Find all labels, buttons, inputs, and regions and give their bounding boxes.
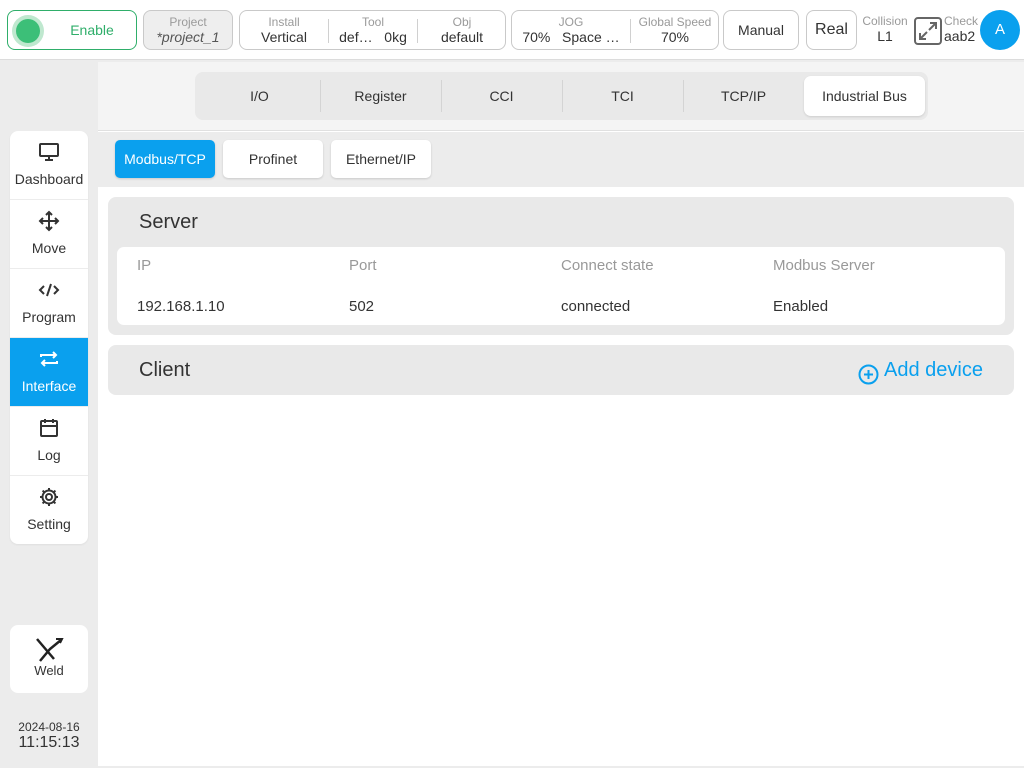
server-port-value: 502 bbox=[349, 298, 375, 315]
jog-field[interactable]: JOG 70% Space … bbox=[512, 11, 630, 46]
tab-industrial-bus[interactable]: Industrial Bus bbox=[804, 76, 925, 116]
sidebar-item-label: Move bbox=[31, 240, 67, 256]
protocol-subtabs: Modbus/TCP Profinet Ethernet/IP bbox=[98, 132, 1024, 187]
enable-label: Enable bbox=[70, 22, 114, 38]
sidebar-item-label: Program bbox=[22, 309, 76, 325]
plus-circle-icon bbox=[858, 364, 879, 385]
add-device-label: Add device bbox=[884, 359, 983, 381]
sidebar-item-move[interactable]: Move bbox=[10, 200, 88, 269]
jog-label: JOG bbox=[558, 15, 584, 29]
collision-value: L1 bbox=[877, 28, 893, 44]
check-value: aab2 bbox=[944, 28, 976, 44]
project-value: *project_1 bbox=[156, 29, 220, 45]
install-field[interactable]: Install Vertical bbox=[240, 11, 328, 46]
interface-tabs: I/O Register CCI TCI TCP/IP Industrial B… bbox=[195, 72, 928, 120]
enable-button[interactable]: Enable bbox=[7, 10, 137, 50]
main-panel: I/O Register CCI TCI TCP/IP Industrial B… bbox=[98, 62, 1024, 766]
subtab-profinet[interactable]: Profinet bbox=[223, 140, 323, 178]
tab-tcp-ip[interactable]: TCP/IP bbox=[683, 76, 804, 116]
jog-percent-value: 70% bbox=[522, 29, 551, 45]
jog-mode-value: Space … bbox=[562, 29, 620, 45]
jog-speed-panel[interactable]: JOG 70% Space … Global Speed 70% bbox=[511, 10, 719, 50]
global-speed-field[interactable]: Global Speed 70% bbox=[631, 11, 719, 46]
sidebar-item-label: Log bbox=[37, 447, 61, 463]
current-date: 2024-08-16 bbox=[18, 720, 80, 734]
global-speed-value: 70% bbox=[660, 29, 690, 45]
enable-status-dot bbox=[16, 19, 40, 43]
expand-icon[interactable] bbox=[913, 16, 943, 46]
tool-load-value: 0kg bbox=[384, 29, 407, 45]
real-mode-button[interactable]: Real bbox=[806, 10, 857, 50]
manual-mode-button[interactable]: Manual bbox=[723, 10, 799, 50]
code-icon bbox=[38, 283, 60, 297]
gear-icon bbox=[40, 488, 58, 506]
sidebar-item-program[interactable]: Program bbox=[10, 269, 88, 338]
sidebar-item-label: Interface bbox=[21, 378, 77, 394]
tab-register[interactable]: Register bbox=[320, 76, 441, 116]
current-time: 11:15:13 bbox=[18, 734, 80, 751]
obj-label: Obj bbox=[452, 15, 472, 29]
tool-label: Tool bbox=[361, 15, 384, 29]
install-value: Vertical bbox=[261, 29, 307, 45]
column-header-modbus-server: Modbus Server bbox=[773, 257, 875, 274]
server-table: IP Port Connect state Modbus Server 192.… bbox=[117, 247, 1005, 325]
sidebar-item-interface[interactable]: Interface bbox=[10, 338, 88, 407]
global-speed-label: Global Speed bbox=[638, 15, 712, 29]
obj-value: default bbox=[440, 29, 484, 45]
weld-torch-icon bbox=[36, 638, 64, 662]
install-tool-obj-panel[interactable]: Install Vertical Tool def… 0kg Obj defau… bbox=[239, 10, 506, 50]
server-card: Server IP Port Connect state Modbus Serv… bbox=[108, 197, 1014, 335]
collision-level[interactable]: Collision L1 bbox=[860, 14, 910, 45]
column-header-ip: IP bbox=[137, 257, 152, 274]
server-connect-state-value: connected bbox=[561, 298, 631, 315]
subtab-modbus-tcp[interactable]: Modbus/TCP bbox=[115, 140, 215, 178]
project-label: Project bbox=[169, 15, 207, 29]
column-header-connect-state: Connect state bbox=[561, 257, 654, 274]
server-ip-value: 192.168.1.10 bbox=[137, 298, 225, 315]
monitor-icon bbox=[39, 143, 59, 161]
tool-field[interactable]: Tool def… 0kg bbox=[329, 11, 417, 46]
subtab-ethernet-ip[interactable]: Ethernet/IP bbox=[331, 140, 431, 178]
sidebar-item-log[interactable]: Log bbox=[10, 407, 88, 476]
tool-value: def… 0kg bbox=[329, 29, 417, 46]
modbus-server-status-value: Enabled bbox=[773, 298, 829, 315]
sidebar-item-dashboard[interactable]: Dashboard bbox=[10, 131, 88, 200]
jog-value: 70% Space … bbox=[512, 29, 630, 46]
collision-label: Collision bbox=[862, 14, 908, 28]
sidebar-item-label: Setting bbox=[27, 516, 71, 532]
project-field: Project *project_1 bbox=[144, 11, 232, 46]
project-selector[interactable]: Project *project_1 bbox=[143, 10, 233, 50]
user-avatar[interactable]: A bbox=[980, 10, 1020, 50]
weld-button[interactable]: Weld bbox=[10, 625, 88, 693]
obj-field[interactable]: Obj default bbox=[418, 11, 506, 46]
sidebar-item-label: Dashboard bbox=[14, 171, 84, 187]
server-title: Server bbox=[139, 211, 198, 233]
column-header-port: Port bbox=[349, 257, 377, 274]
client-card: Client Add device bbox=[108, 345, 1014, 395]
weld-label: Weld bbox=[34, 663, 64, 678]
tabs-area: I/O Register CCI TCI TCP/IP Industrial B… bbox=[98, 62, 1024, 131]
install-label: Install bbox=[268, 15, 300, 29]
check-label: Check bbox=[944, 14, 979, 28]
tab-cci[interactable]: CCI bbox=[441, 76, 562, 116]
tab-tci[interactable]: TCI bbox=[562, 76, 683, 116]
swap-arrows-icon bbox=[40, 351, 58, 367]
tool-name-value: def… bbox=[339, 29, 373, 45]
tab-io[interactable]: I/O bbox=[199, 76, 320, 116]
client-title: Client bbox=[139, 359, 191, 381]
sidebar-item-setting[interactable]: Setting bbox=[10, 476, 88, 544]
calendar-icon bbox=[40, 419, 58, 437]
sidebar: Dashboard Move Program Interface Log Set… bbox=[10, 131, 88, 544]
move-arrows-icon bbox=[38, 210, 60, 232]
check-status[interactable]: Check aab2 bbox=[944, 14, 980, 45]
top-bar: Enable Project *project_1 Install Vertic… bbox=[0, 0, 1024, 60]
